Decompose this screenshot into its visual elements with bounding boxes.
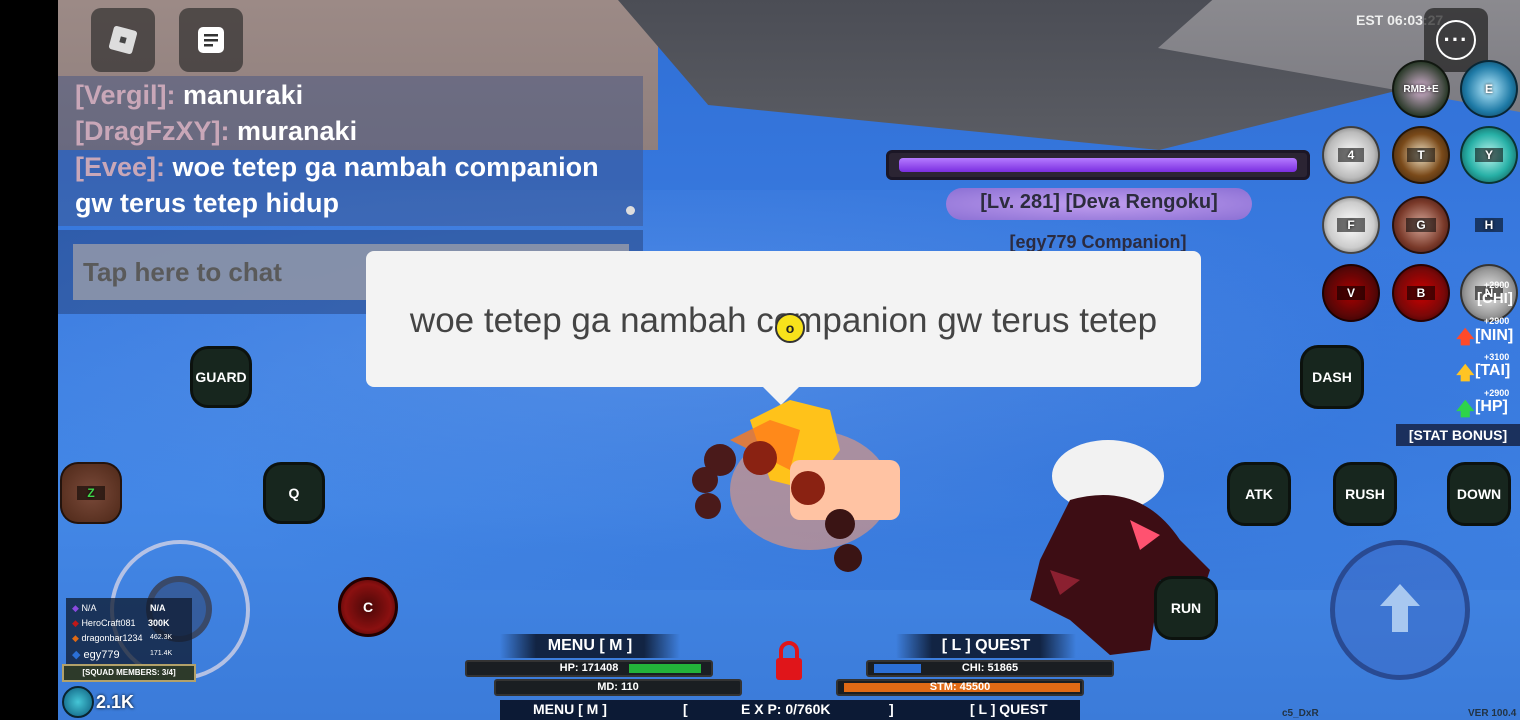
- diamond-red-icon: ◆: [72, 618, 79, 628]
- leaderboard-row: ◆ dragonbar1234: [72, 633, 143, 643]
- c-skill-button[interactable]: C: [338, 577, 398, 637]
- bottom-status-strip: MENU [ M ] [ E X P: 0/760K ] [ L ] QUEST: [500, 700, 1080, 720]
- currency-icon: [62, 686, 94, 718]
- attack-button[interactable]: ATK: [1227, 462, 1291, 526]
- exp-label: E X P: 0/760K: [741, 701, 831, 717]
- run-button[interactable]: RUN: [1154, 576, 1218, 640]
- hp-bonus-amount: +2900: [1484, 388, 1510, 398]
- skill-4-button[interactable]: 4: [1322, 126, 1380, 184]
- tai-bonus-label: [TAI]: [1475, 362, 1511, 379]
- g-skill-button[interactable]: G: [1392, 196, 1450, 254]
- exp-bracket-open: [: [683, 701, 688, 717]
- chat-icon: [198, 27, 224, 53]
- y-skill-button[interactable]: Y: [1460, 126, 1518, 184]
- version-label: VER 100.4: [1468, 708, 1517, 719]
- bottom-quest-label[interactable]: [ L ] QUEST: [970, 701, 1048, 717]
- exp-bracket-close: ]: [889, 701, 894, 717]
- leaderboard-value: 462.3K: [150, 634, 173, 641]
- leaderboard-row: ◆ egy779: [72, 649, 120, 661]
- roblox-menu-button[interactable]: [91, 8, 155, 72]
- squad-members: [SQUAD MEMBERS: 3/4]: [62, 664, 196, 682]
- enemy-health-bar: [886, 150, 1310, 180]
- hp-bonus-label: [HP]: [1475, 398, 1508, 415]
- t-skill-button[interactable]: T: [1392, 126, 1450, 184]
- chi-bonus-label: [CHI]: [1477, 290, 1513, 307]
- diamond-purple-icon: ◆: [72, 603, 79, 613]
- bottom-menu-label[interactable]: MENU [ M ]: [533, 701, 607, 717]
- dash-button[interactable]: DASH: [1300, 345, 1364, 409]
- v-skill-button[interactable]: V: [1322, 264, 1380, 322]
- rush-button[interactable]: RUSH: [1333, 462, 1397, 526]
- menu-tab[interactable]: MENU [ M ]: [500, 634, 680, 658]
- companion-label: [egy779 Companion]: [1009, 232, 1187, 252]
- hp-bar-fill: [629, 664, 701, 673]
- f-skill-button[interactable]: F: [1322, 196, 1380, 254]
- roblox-logo-icon: [108, 25, 138, 55]
- q-button[interactable]: Q: [263, 462, 325, 524]
- chi-bar-fill: [874, 664, 922, 673]
- quest-tab[interactable]: [ L ] QUEST: [896, 634, 1076, 658]
- leaderboard-value: N/A: [150, 603, 166, 613]
- chat-message: [Evee]: woe tetep ga nambah companion: [75, 152, 599, 182]
- diamond-orange-icon: ◆: [72, 633, 79, 643]
- currency-display: 2.1K: [62, 686, 192, 720]
- diamond-blue-icon: ◆: [72, 649, 81, 661]
- chat-message: [Vergil]: manuraki: [75, 80, 304, 110]
- tai-bonus-amount: +3100: [1484, 352, 1510, 362]
- up-arrow-icon: 🡅: [1456, 399, 1475, 419]
- down-button[interactable]: DOWN: [1447, 462, 1511, 526]
- chat-toggle-button[interactable]: [179, 8, 243, 72]
- nin-bonus-label: [NIN]: [1475, 327, 1514, 344]
- leaderboard-row: ◆ HeroCraft081: [72, 618, 136, 628]
- rmb-e-skill-button[interactable]: RMB+E: [1392, 60, 1450, 118]
- chat-message: [DragFzXY]: muranaki: [75, 116, 358, 146]
- guard-button[interactable]: GUARD: [190, 346, 252, 408]
- leaderboard-value: 300K: [148, 618, 170, 628]
- lock-icon[interactable]: [774, 640, 804, 682]
- md-bar: MD: 110: [494, 679, 742, 696]
- chat-scrollbar[interactable]: [626, 206, 635, 215]
- z-skill-button[interactable]: Z: [60, 462, 122, 524]
- nin-bonus-amount: +2900: [1484, 316, 1510, 326]
- h-skill-button[interactable]: H: [1460, 196, 1518, 254]
- jump-arrow-icon: [1380, 584, 1420, 632]
- e-skill-button[interactable]: E: [1460, 60, 1518, 118]
- chat-window: [Vergil]: manuraki [DragFzXY]: muranaki …: [58, 76, 643, 226]
- hp-bar: HP: 171408: [465, 660, 713, 677]
- chi-bar: CHI: 51865: [866, 660, 1114, 677]
- cursor-indicator: o: [775, 313, 805, 343]
- enemy-health-fill: [899, 158, 1297, 172]
- leaderboard-row: ◆ N/A: [72, 603, 97, 613]
- server-tag: c5_DxR: [1282, 708, 1319, 719]
- enemy-name: [Lv. 281] [Deva Rengoku]: [980, 191, 1218, 213]
- chat-message: gw terus tetep hidup: [75, 188, 340, 218]
- stamina-bar: STM: 45500: [836, 679, 1084, 696]
- chi-bonus-amount: +2900: [1484, 280, 1510, 290]
- up-arrow-icon: 🡅: [1456, 327, 1475, 347]
- more-icon: ···: [1436, 20, 1476, 60]
- player-character[interactable]: [690, 400, 910, 580]
- leaderboard-value: 171.4K: [150, 650, 173, 657]
- b-skill-button[interactable]: B: [1392, 264, 1450, 322]
- leaderboard: ◆ N/A N/A ◆ HeroCraft081 300K ◆ dragonba…: [66, 598, 192, 664]
- stat-bonus-label: [STAT BONUS]: [1396, 424, 1520, 446]
- up-arrow-icon: 🡅: [1456, 363, 1475, 383]
